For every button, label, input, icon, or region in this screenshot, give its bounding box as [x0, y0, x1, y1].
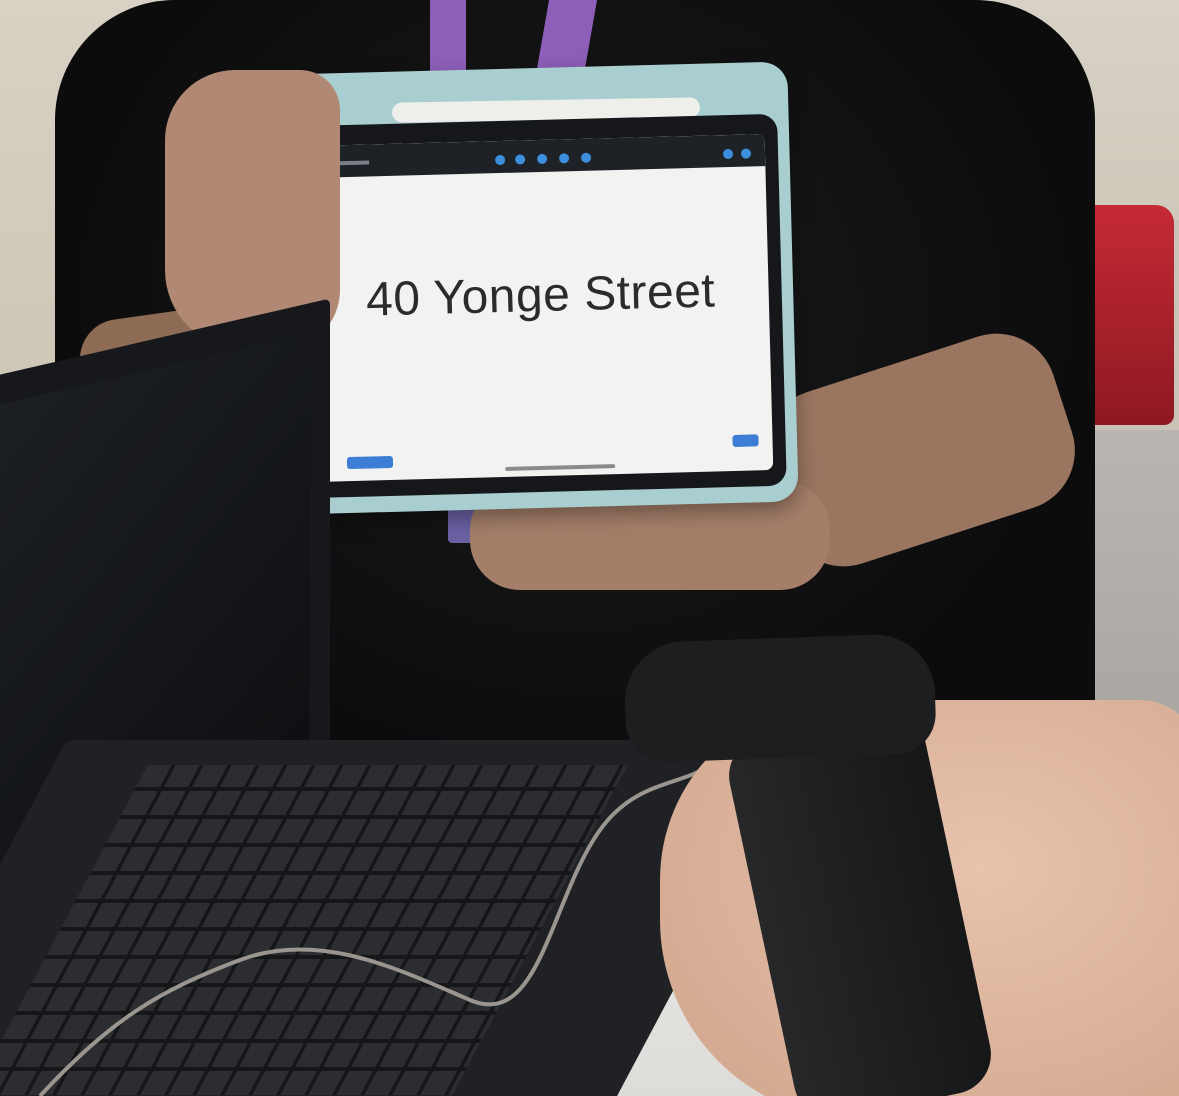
photo-scene: 40 Yonge Street: [0, 0, 1179, 1096]
barcode-scanner-head: [623, 632, 937, 764]
